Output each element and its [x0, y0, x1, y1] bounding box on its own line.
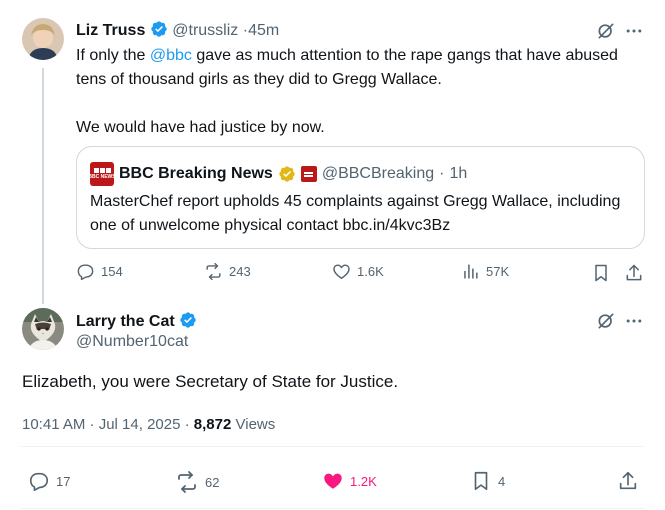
grok-icon[interactable] — [596, 311, 616, 336]
heart-filled-icon — [324, 473, 342, 489]
tweet1-paragraph-2: We would have had justice by now. — [76, 119, 325, 136]
repost-icon — [206, 262, 221, 281]
heart-icon — [333, 264, 350, 279]
tweet1-paragraph-1: If only the @bbc gave as much attention … — [76, 47, 618, 88]
tweet1-like-count: 1.6K — [357, 264, 384, 279]
bbc-logo-blocks-icon — [93, 168, 111, 173]
verified-badge-icon — [180, 312, 196, 328]
tweet2-reply-count: 17 — [56, 473, 71, 489]
quote-author-name[interactable]: BBC Breaking News — [119, 165, 273, 183]
thread-connector-line — [42, 68, 44, 304]
separator-dot: · — [439, 165, 445, 182]
tweet2-header: Larry the Cat — [76, 311, 197, 331]
gold-verified-badge-icon — [279, 166, 295, 182]
quoted-tweet-card[interactable]: BBC NEWS BBC Breaking News @BBCBreaking … — [76, 146, 645, 249]
tweet1-reply-count: 154 — [101, 264, 123, 279]
share-icon — [619, 471, 637, 490]
bookmark-icon — [595, 264, 607, 282]
tweet2-views-label: Views — [235, 416, 276, 433]
quote-time[interactable]: 1h — [449, 165, 467, 183]
bbc-affiliate-badge-icon — [300, 166, 317, 182]
tweet1-repost-count: 243 — [229, 264, 251, 279]
tweet1-view-count: 57K — [486, 264, 510, 279]
tweet1-author-name[interactable]: Liz Truss — [76, 22, 145, 39]
tweet1-reply-button[interactable]: 154 — [76, 262, 123, 281]
tweet1-handle[interactable]: @trussliz — [172, 22, 238, 39]
reply-icon — [29, 472, 49, 491]
tweet2-bookmark-button[interactable]: 4 — [470, 470, 505, 492]
tweet2-repost-button[interactable]: 62 — [175, 470, 219, 494]
tweet2-author-name[interactable]: Larry the Cat — [76, 313, 175, 330]
tweet2-text: Elizabeth, you were Secretary of State f… — [22, 372, 399, 391]
tweet2-like-button[interactable]: 1.2K — [322, 470, 377, 492]
larry-the-cat-avatar[interactable] — [22, 308, 64, 350]
tweet2-repost-count: 62 — [205, 474, 220, 490]
repost-icon — [178, 471, 196, 493]
bbc-logo-text: BBC NEWS — [88, 174, 116, 180]
tweet2-bookmark-count: 4 — [498, 473, 506, 489]
reply-icon — [77, 264, 94, 281]
liz-truss-avatar[interactable] — [22, 18, 64, 60]
divider — [21, 508, 644, 509]
more-options-icon[interactable] — [624, 311, 644, 336]
grok-icon[interactable] — [596, 21, 616, 46]
more-options-icon[interactable] — [624, 21, 644, 46]
tweet1-views-button[interactable]: 57K — [461, 262, 509, 281]
share-icon — [626, 264, 642, 281]
tweet1-like-button[interactable]: 1.6K — [332, 262, 384, 281]
views-icon — [464, 264, 478, 279]
tweet1-share-button[interactable] — [624, 263, 644, 288]
tweet2-reply-button[interactable]: 17 — [28, 470, 70, 492]
tweet1-time[interactable]: 45m — [248, 22, 279, 39]
divider — [21, 446, 644, 447]
quote-text: MasterChef report upholds 45 complaints … — [90, 193, 621, 234]
separator-dot: · — [184, 416, 194, 433]
tweet2-timestamp[interactable]: 10:41 AM · Jul 14, 2025 — [22, 416, 180, 433]
tweet2-like-count: 1.2K — [350, 473, 377, 489]
tweet1-repost-button[interactable]: 243 — [204, 262, 251, 281]
verified-badge-icon — [151, 21, 167, 37]
quote-handle[interactable]: @BBCBreaking — [322, 165, 434, 183]
quote-header: BBC NEWS BBC Breaking News @BBCBreaking … — [88, 162, 467, 186]
bbc-news-logo[interactable]: BBC NEWS — [88, 162, 116, 186]
tweet2-share-button[interactable] — [617, 470, 639, 497]
tweet2-meta: 10:41 AM · Jul 14, 2025 · 8,872 Views — [22, 416, 275, 433]
tweet2-handle[interactable]: @Number10cat — [76, 333, 188, 351]
bookmark-icon — [474, 471, 488, 491]
tweet2-views-count: 8,872 — [193, 416, 232, 433]
bbc-mention-link[interactable]: @bbc — [150, 47, 192, 64]
tweet1-body: If only the @bbc gave as much attention … — [76, 44, 636, 140]
tweet1-header: Liz Truss @trussliz ·45m — [76, 20, 279, 40]
tweet1-bookmark-button[interactable] — [591, 263, 611, 288]
